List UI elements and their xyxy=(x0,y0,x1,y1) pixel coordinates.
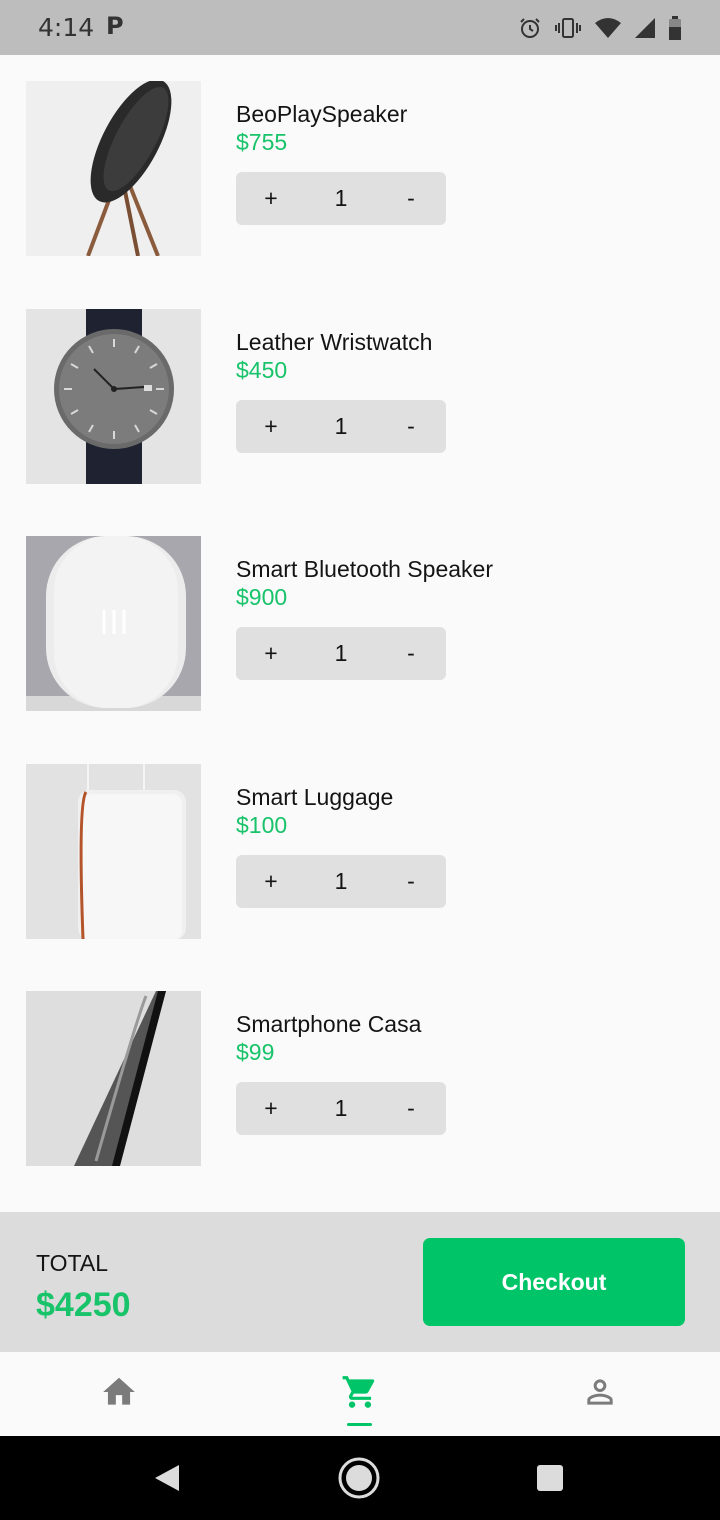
quantity-stepper: + 1 - xyxy=(236,855,446,908)
battery-icon xyxy=(668,16,682,40)
quantity-stepper: + 1 - xyxy=(236,400,446,453)
product-image xyxy=(26,81,201,256)
product-price: $900 xyxy=(236,584,288,610)
increment-button[interactable]: + xyxy=(236,1095,306,1122)
decrement-button[interactable]: - xyxy=(376,1095,446,1122)
cart-icon xyxy=(342,1376,375,1408)
quantity-value: 1 xyxy=(334,868,348,894)
nav-profile[interactable] xyxy=(539,1352,659,1436)
nav-cart[interactable] xyxy=(299,1352,419,1436)
home-circle-icon xyxy=(338,1457,380,1499)
home-button[interactable] xyxy=(309,1436,409,1520)
status-icons xyxy=(518,13,682,43)
total-amount: $4250 xyxy=(36,1286,131,1324)
product-image xyxy=(26,991,201,1166)
quantity-value: 1 xyxy=(334,640,348,666)
increment-button[interactable]: + xyxy=(236,413,306,440)
back-button[interactable] xyxy=(117,1436,217,1520)
signal-icon xyxy=(634,17,656,39)
vibrate-icon xyxy=(554,16,582,40)
wifi-icon xyxy=(594,17,622,39)
person-icon xyxy=(587,1379,613,1405)
increment-button[interactable]: + xyxy=(236,868,306,895)
product-image xyxy=(26,536,201,711)
cart-item: BeoPlaySpeaker $755 + 1 - xyxy=(0,81,720,257)
order-summary-bar: TOTAL $4250 Checkout xyxy=(0,1212,720,1352)
product-price: $450 xyxy=(236,357,288,383)
product-image xyxy=(26,764,201,939)
decrement-button[interactable]: - xyxy=(376,868,446,895)
recents-button[interactable] xyxy=(500,1436,600,1520)
quantity-value: 1 xyxy=(334,1095,348,1121)
system-nav-bar xyxy=(0,1436,720,1520)
active-tab-indicator xyxy=(347,1423,372,1426)
decrement-button[interactable]: - xyxy=(376,185,446,212)
cart-item: Smartphone Casa $99 + 1 - xyxy=(0,991,720,1167)
decrement-button[interactable]: - xyxy=(376,413,446,440)
product-price: $100 xyxy=(236,812,288,838)
increment-button[interactable]: + xyxy=(236,185,306,212)
product-name: Smart Luggage xyxy=(236,784,394,810)
increment-button[interactable]: + xyxy=(236,640,306,667)
bottom-nav xyxy=(0,1352,720,1436)
quantity-value: 1 xyxy=(334,413,348,439)
back-icon xyxy=(155,1465,179,1491)
checkout-button[interactable]: Checkout xyxy=(423,1238,685,1326)
quantity-stepper: + 1 - xyxy=(236,1082,446,1135)
alarm-icon xyxy=(518,16,542,40)
quantity-value: 1 xyxy=(334,185,348,211)
cart-item: Leather Wristwatch $450 + 1 - xyxy=(0,309,720,485)
cart-item: Smart Bluetooth Speaker $900 + 1 - xyxy=(0,536,720,712)
quantity-stepper: + 1 - xyxy=(236,627,446,680)
quantity-stepper: + 1 - xyxy=(236,172,446,225)
nav-home[interactable] xyxy=(58,1352,178,1436)
cart-item: Smart Luggage $100 + 1 - xyxy=(0,764,720,940)
product-name: BeoPlaySpeaker xyxy=(236,101,408,127)
recents-icon xyxy=(537,1465,563,1491)
product-price: $755 xyxy=(236,129,288,155)
status-bar: 4:14 P xyxy=(0,0,720,55)
notification-glyph: P xyxy=(106,12,124,40)
product-image xyxy=(26,309,201,484)
total-label: TOTAL xyxy=(36,1250,108,1276)
home-icon xyxy=(103,1377,135,1405)
product-price: $99 xyxy=(236,1039,275,1065)
product-name: Leather Wristwatch xyxy=(236,329,433,355)
status-time: 4:14 xyxy=(38,13,95,42)
product-name: Smartphone Casa xyxy=(236,1011,422,1037)
product-name: Smart Bluetooth Speaker xyxy=(236,556,493,582)
decrement-button[interactable]: - xyxy=(376,640,446,667)
